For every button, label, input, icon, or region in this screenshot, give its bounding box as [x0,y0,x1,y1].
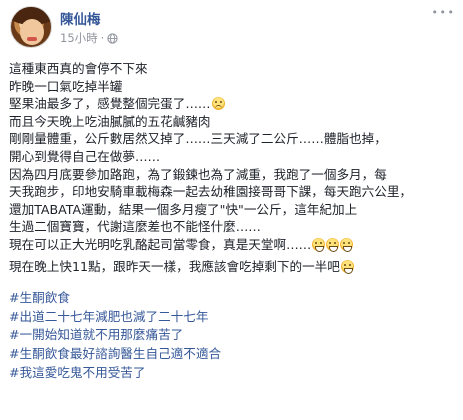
hashtag-link[interactable]: #生酮飲食 [9,289,459,308]
grinning-face-emoji [340,237,354,252]
post-line-6: 開心到覺得自己在做夢…… [9,148,161,164]
post-line-2: 昨晚一口氣吃掉半罐 [9,78,123,94]
post-line-11: 現在可以正大光明吃乳酪起司當零食，真是天堂啊…… [9,236,459,254]
hashtag-list: #生酮飲食 #出道二十七年減肥也減了二十七年 #一開始知道就不用那麼痛苦了 #生… [9,289,459,382]
smiling-face-emoji [340,259,354,274]
globe-icon [107,32,118,44]
post-line-9: 還加TABATA運動，結果一個多月瘦了"快"一公斤，這年紀加上 [9,201,358,217]
hashtag-link[interactable]: #出道二十七年減肥也減了二十七年 [9,308,459,327]
author-name[interactable]: 陳仙梅 [60,8,101,28]
post-body: 這種東西真的會停不下來 昨晚一口氣吃掉半罐 堅果油最多了，感覺整個完蛋了…… 而… [9,60,459,382]
sad-face-emoji [211,97,225,111]
post-line-12: 現在晚上快11點，跟昨天一樣，我應該會吃掉剩下的一半吧 [9,258,459,276]
hashtag-link[interactable]: #我這愛吃鬼不用受苦了 [9,364,459,383]
post-header: 陳仙梅 15小時 · • • • [0,0,463,56]
more-options-icon[interactable]: • • • [432,6,454,19]
post-line-1: 這種東西真的會停不下來 [9,61,148,76]
post-line-5: 剛剛量體重，公斤數居然又掉了……三天減了二公斤……體脂也掉， [9,131,387,147]
grinning-face-emoji [312,237,326,252]
hashtag-link[interactable]: #一開始知道就不用那麼痛苦了 [9,326,459,345]
hashtag-link[interactable]: #生酮飲食最好諮詢醫生自己適不適合 [9,345,459,364]
grinning-face-emoji [326,237,340,252]
post-line-3: 堅果油最多了，感覺整個完蛋了…… [9,95,459,113]
post-time[interactable]: 15小時 [60,30,98,46]
post-line-10: 生過二個寶寶，代謝這麼差也不能怪什麼…… [9,219,261,235]
post-meta: 15小時 · [60,30,118,46]
meta-separator: · [100,31,105,45]
post-line-8: 天我跑步，印地安騎車載梅森一起去幼稚園接哥哥下課，每天跑六公里， [9,184,412,200]
avatar[interactable] [10,6,52,48]
post-line-7: 因為四月底要參加路跑，為了鍛鍊也為了減重，我跑了一個多月，每 [9,166,387,182]
post-line-4: 而且今天晚上吃油膩膩的五花鹹豬肉 [9,113,211,129]
